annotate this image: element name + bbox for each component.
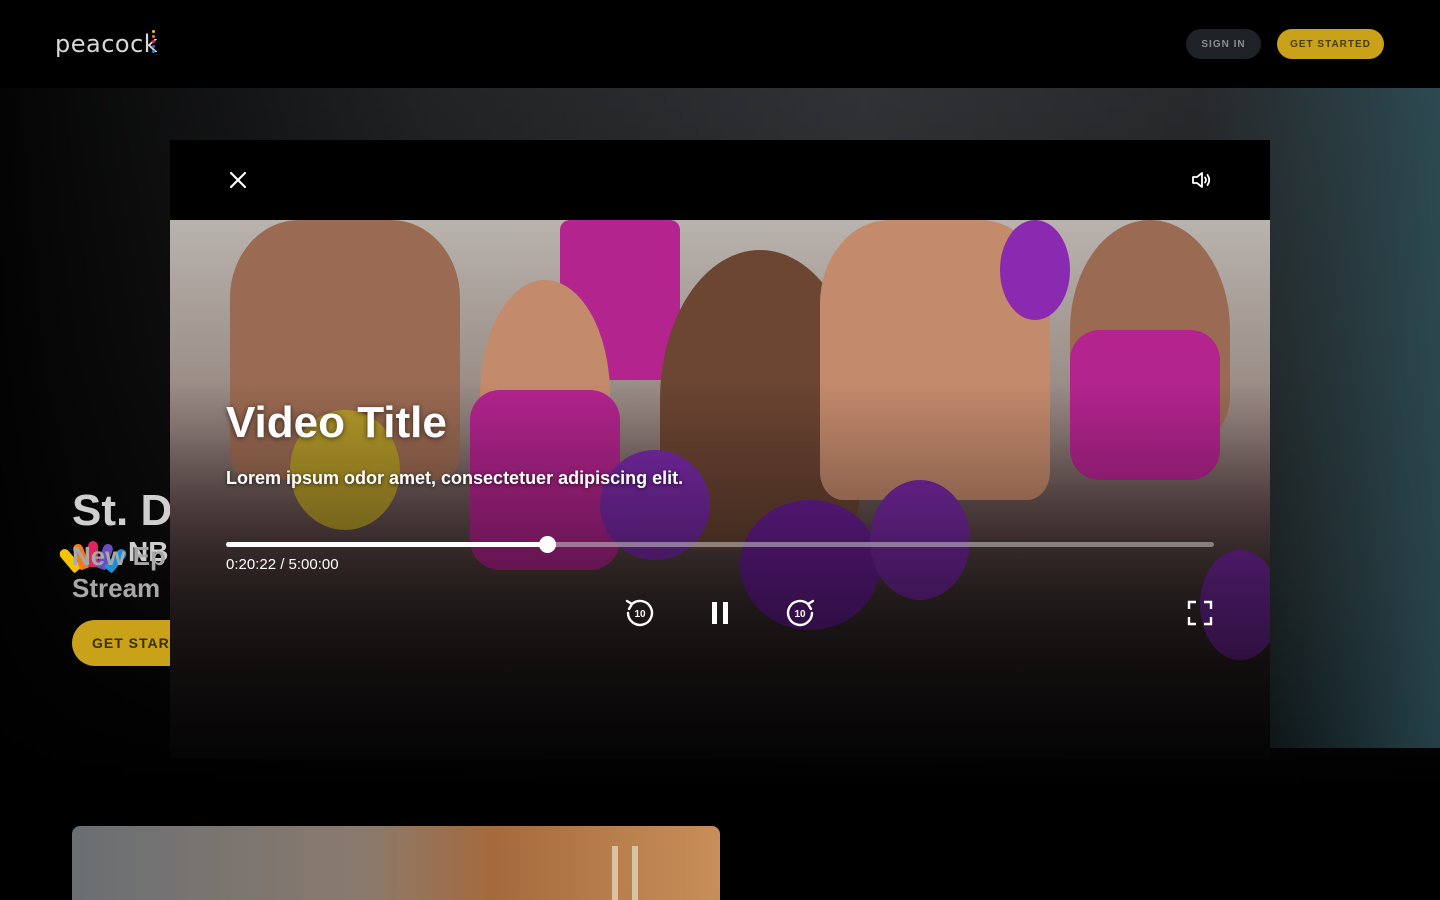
rewind-10-icon: 10 <box>625 599 654 627</box>
close-icon <box>229 171 247 189</box>
volume-icon <box>1192 172 1211 188</box>
get-started-button[interactable]: GET STARTED <box>1277 29 1384 59</box>
rewind-seconds-label: 10 <box>634 609 646 620</box>
player-top-bar <box>170 140 1270 220</box>
logo-dots <box>152 30 156 58</box>
peacock-logo[interactable]: peacock <box>55 30 158 58</box>
forward-10-icon: 10 <box>786 599 815 627</box>
pause-button[interactable] <box>702 595 738 631</box>
video-description: Lorem ipsum odor amet, consectetuer adip… <box>226 468 684 488</box>
close-button[interactable] <box>226 168 250 192</box>
hero-title: St. D <box>72 486 173 535</box>
thumbnail-detail <box>612 846 618 900</box>
forward-10-button[interactable]: 10 <box>782 595 818 631</box>
pause-icon <box>712 602 728 624</box>
progress-fill <box>226 542 548 547</box>
volume-button[interactable] <box>1190 168 1214 192</box>
time-display: 0:20:22 / 5:00:00 <box>226 556 339 573</box>
content-thumbnail[interactable] <box>72 826 720 900</box>
progress-scrubber[interactable] <box>539 536 557 553</box>
progress-bar[interactable] <box>226 536 1214 553</box>
video-gradient <box>170 220 1270 758</box>
fullscreen-button[interactable] <box>1182 595 1218 631</box>
video-frame[interactable]: Video Title Lorem ipsum odor amet, conse… <box>170 220 1270 758</box>
forward-seconds-label: 10 <box>794 609 806 620</box>
site-header: peacock SIGN IN GET STARTED <box>0 0 1440 88</box>
video-player-modal: Video Title Lorem ipsum odor amet, conse… <box>170 140 1270 758</box>
fullscreen-icon <box>1187 600 1213 626</box>
video-title: Video Title <box>226 398 447 447</box>
rewind-10-button[interactable]: 10 <box>622 595 658 631</box>
thumbnail-detail <box>632 846 638 900</box>
sign-in-button[interactable]: SIGN IN <box>1186 29 1261 59</box>
